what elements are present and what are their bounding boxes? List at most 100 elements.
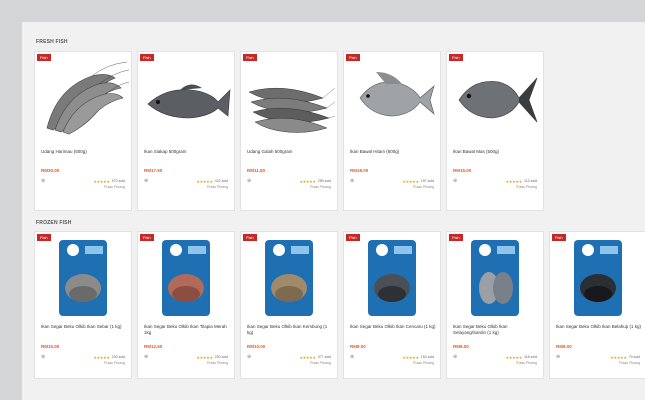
- fresh-fish-row: Fish Udang Harimau (500g) RM30.00 ⊕ ★★★★…: [34, 51, 544, 211]
- product-card[interactable]: Fish Ikan Segar Beku Olkib Ikan Sebar (1…: [34, 231, 132, 379]
- product-name[interactable]: Udang Harimau (500g): [41, 149, 127, 155]
- fresh-fish-section-title: FRESH FISH: [36, 39, 68, 45]
- seller-location: Pulau Pinang: [207, 185, 228, 189]
- product-price: RM8.00: [350, 344, 366, 349]
- product-meta: ⊕ ★★★★★ 153 sold: [350, 354, 434, 360]
- sold-count: 377 sold: [317, 355, 331, 359]
- frozen-fish-pack-image: [162, 240, 210, 316]
- product-name[interactable]: Ikan Segar Beku Olkib Ikan Cencaru (1 kg…: [350, 324, 436, 330]
- product-tag: Fish: [552, 234, 566, 241]
- product-name[interactable]: Ikan Segar Beku Olkib Ikan Selayang/Sard…: [453, 324, 539, 336]
- sold-count: 200 sold: [214, 355, 228, 359]
- product-meta: ⊕ ★★★★★ 422 sold: [144, 178, 228, 184]
- product-meta: ⊕ ★★★★★ 377 sold: [247, 354, 331, 360]
- product-tag: Fish: [449, 54, 463, 61]
- product-meta: ⊕ ★★★★★ 79 sold: [556, 354, 640, 360]
- product-card[interactable]: Fish Ikan Segar Beku Olkib Ikan Cencaru …: [343, 231, 441, 379]
- product-card[interactable]: Fish Udang Galah 500gram RM11.50 ⊕ ★★★★★…: [240, 51, 338, 211]
- product-meta: ⊕ ★★★★★ 113 sold: [453, 178, 537, 184]
- frozen-fish-section-title: FROZEN FISH: [36, 220, 72, 226]
- frozen-fish-row: Fish Ikan Segar Beku Olkib Ikan Sebar (1…: [34, 231, 645, 379]
- product-meta: ⊕ ★★★★★ 200 sold: [144, 354, 228, 360]
- cart-icon[interactable]: ⊕: [350, 178, 358, 184]
- seller-location: Pulau Pinang: [413, 185, 434, 189]
- frozen-fish-pack-image: [574, 240, 622, 316]
- product-meta: ⊕ ★★★★★ 118 sold: [453, 354, 537, 360]
- frozen-fish-pack-image: [265, 240, 313, 316]
- cart-icon[interactable]: ⊕: [350, 354, 358, 360]
- product-name[interactable]: Ikan Segar Beku Olkib Ikan Tilapia Merah…: [144, 324, 230, 336]
- sold-count: 289 sold: [317, 179, 331, 183]
- cart-icon[interactable]: ⊕: [41, 354, 49, 360]
- cart-icon[interactable]: ⊕: [453, 354, 461, 360]
- product-card[interactable]: Fish Ikan Bawal Mas (500g) RM15.00 ⊕ ★★★…: [446, 51, 544, 211]
- cart-icon[interactable]: ⊕: [453, 178, 461, 184]
- product-meta: ⊕ ★★★★★ 203 sold: [41, 354, 125, 360]
- product-price: RM11.50: [247, 168, 266, 173]
- product-card[interactable]: Fish Ikan Segar Beku Olkib Ikan Tilapia …: [137, 231, 235, 379]
- prawns-image: [248, 87, 335, 133]
- cart-icon[interactable]: ⊕: [41, 178, 49, 184]
- product-name[interactable]: Ikan Segar Beku Olkib Ikan Sebar (1 kg): [41, 324, 127, 330]
- rating-stars: ★★★★★: [402, 178, 419, 184]
- product-name[interactable]: Ikan Siakap 500gram: [144, 149, 230, 155]
- rating-stars: ★★★★★: [93, 178, 110, 184]
- product-name[interactable]: Udang Galah 500gram: [247, 149, 333, 155]
- product-card[interactable]: Fish Ikan Bawal Hitam (500g) RM18.00 ⊕ ★…: [343, 51, 441, 211]
- product-card[interactable]: Fish Ikan Segar Beku Olkib Ikan Kembung …: [240, 231, 338, 379]
- sold-count: 153 sold: [420, 355, 434, 359]
- cart-icon[interactable]: ⊕: [144, 354, 152, 360]
- product-price: RM12.50: [144, 344, 163, 349]
- product-price: RM17.50: [144, 168, 163, 173]
- sold-count: 197 sold: [420, 179, 434, 183]
- rating-stars: ★★★★★: [196, 178, 213, 184]
- product-name[interactable]: Ikan Bawal Hitam (500g): [350, 149, 436, 155]
- product-tag: Fish: [449, 234, 463, 241]
- product-meta: ⊕ ★★★★★ 289 sold: [247, 178, 331, 184]
- product-price: RM30.00: [41, 168, 60, 173]
- prawn-image: [46, 61, 129, 135]
- seller-location: Pulau Pinang: [207, 361, 228, 365]
- rating-stars: ★★★★★: [610, 354, 627, 360]
- golden-pomfret-image: [458, 77, 538, 123]
- frozen-fish-pack-image: [471, 240, 519, 316]
- rating-stars: ★★★★★: [505, 354, 523, 360]
- product-price: RM10.00: [247, 344, 266, 349]
- product-price: RM15.00: [41, 344, 60, 349]
- sold-count: 118 sold: [524, 355, 537, 359]
- seller-location: Pulau Pinang: [413, 361, 434, 365]
- seller-location: Pulau Pinang: [516, 185, 537, 189]
- black-pomfret-image: [359, 72, 435, 117]
- product-tag: Fish: [37, 54, 51, 61]
- frozen-fish-pack-image: [59, 240, 107, 316]
- rating-stars: ★★★★★: [402, 354, 419, 360]
- product-card[interactable]: Fish Ikan Segar Beku Olkib Ikan Selayang…: [446, 231, 544, 379]
- product-name[interactable]: Ikan Segar Beku Olkib Ikan Kembung (1 kg…: [247, 324, 333, 336]
- sold-count: 422 sold: [214, 179, 228, 183]
- product-tag: Fish: [243, 54, 257, 61]
- product-card[interactable]: Fish Udang Harimau (500g) RM30.00 ⊕ ★★★★…: [34, 51, 132, 211]
- cart-icon[interactable]: ⊕: [144, 178, 152, 184]
- rating-stars: ★★★★★: [299, 178, 316, 184]
- cart-icon[interactable]: ⊕: [556, 354, 564, 360]
- product-price: RM8.00: [556, 344, 572, 349]
- product-tag: Fish: [140, 234, 154, 241]
- sold-count: 203 sold: [111, 355, 125, 359]
- sold-count: 113 sold: [524, 179, 537, 183]
- seller-location: Pulau Pinang: [516, 361, 537, 365]
- product-name[interactable]: Ikan Segar Beku Olkib Ikan Belahup (1 kg…: [556, 324, 642, 330]
- seller-location: Pulau Pinang: [619, 361, 640, 365]
- product-name[interactable]: Ikan Bawal Mas (500g): [453, 149, 539, 155]
- product-meta: ⊕ ★★★★★ 197 sold: [350, 178, 434, 184]
- cart-icon[interactable]: ⊕: [247, 178, 255, 184]
- sold-count: 79 sold: [628, 355, 640, 359]
- rating-stars: ★★★★★: [299, 354, 316, 360]
- product-listing-page: FRESH FISH Fish Udang Harimau (500g) RM3…: [22, 22, 645, 400]
- product-card[interactable]: Fish Ikan Segar Beku Olkib Ikan Belahup …: [549, 231, 645, 379]
- product-price: RM8.00: [453, 344, 469, 349]
- frozen-fish-pack-image: [368, 240, 416, 316]
- cart-icon[interactable]: ⊕: [247, 354, 255, 360]
- seller-location: Pulau Pinang: [104, 185, 125, 189]
- seller-location: Pulau Pinang: [310, 361, 331, 365]
- product-card[interactable]: Fish Ikan Siakap 500gram RM17.50 ⊕ ★★★★★…: [137, 51, 235, 211]
